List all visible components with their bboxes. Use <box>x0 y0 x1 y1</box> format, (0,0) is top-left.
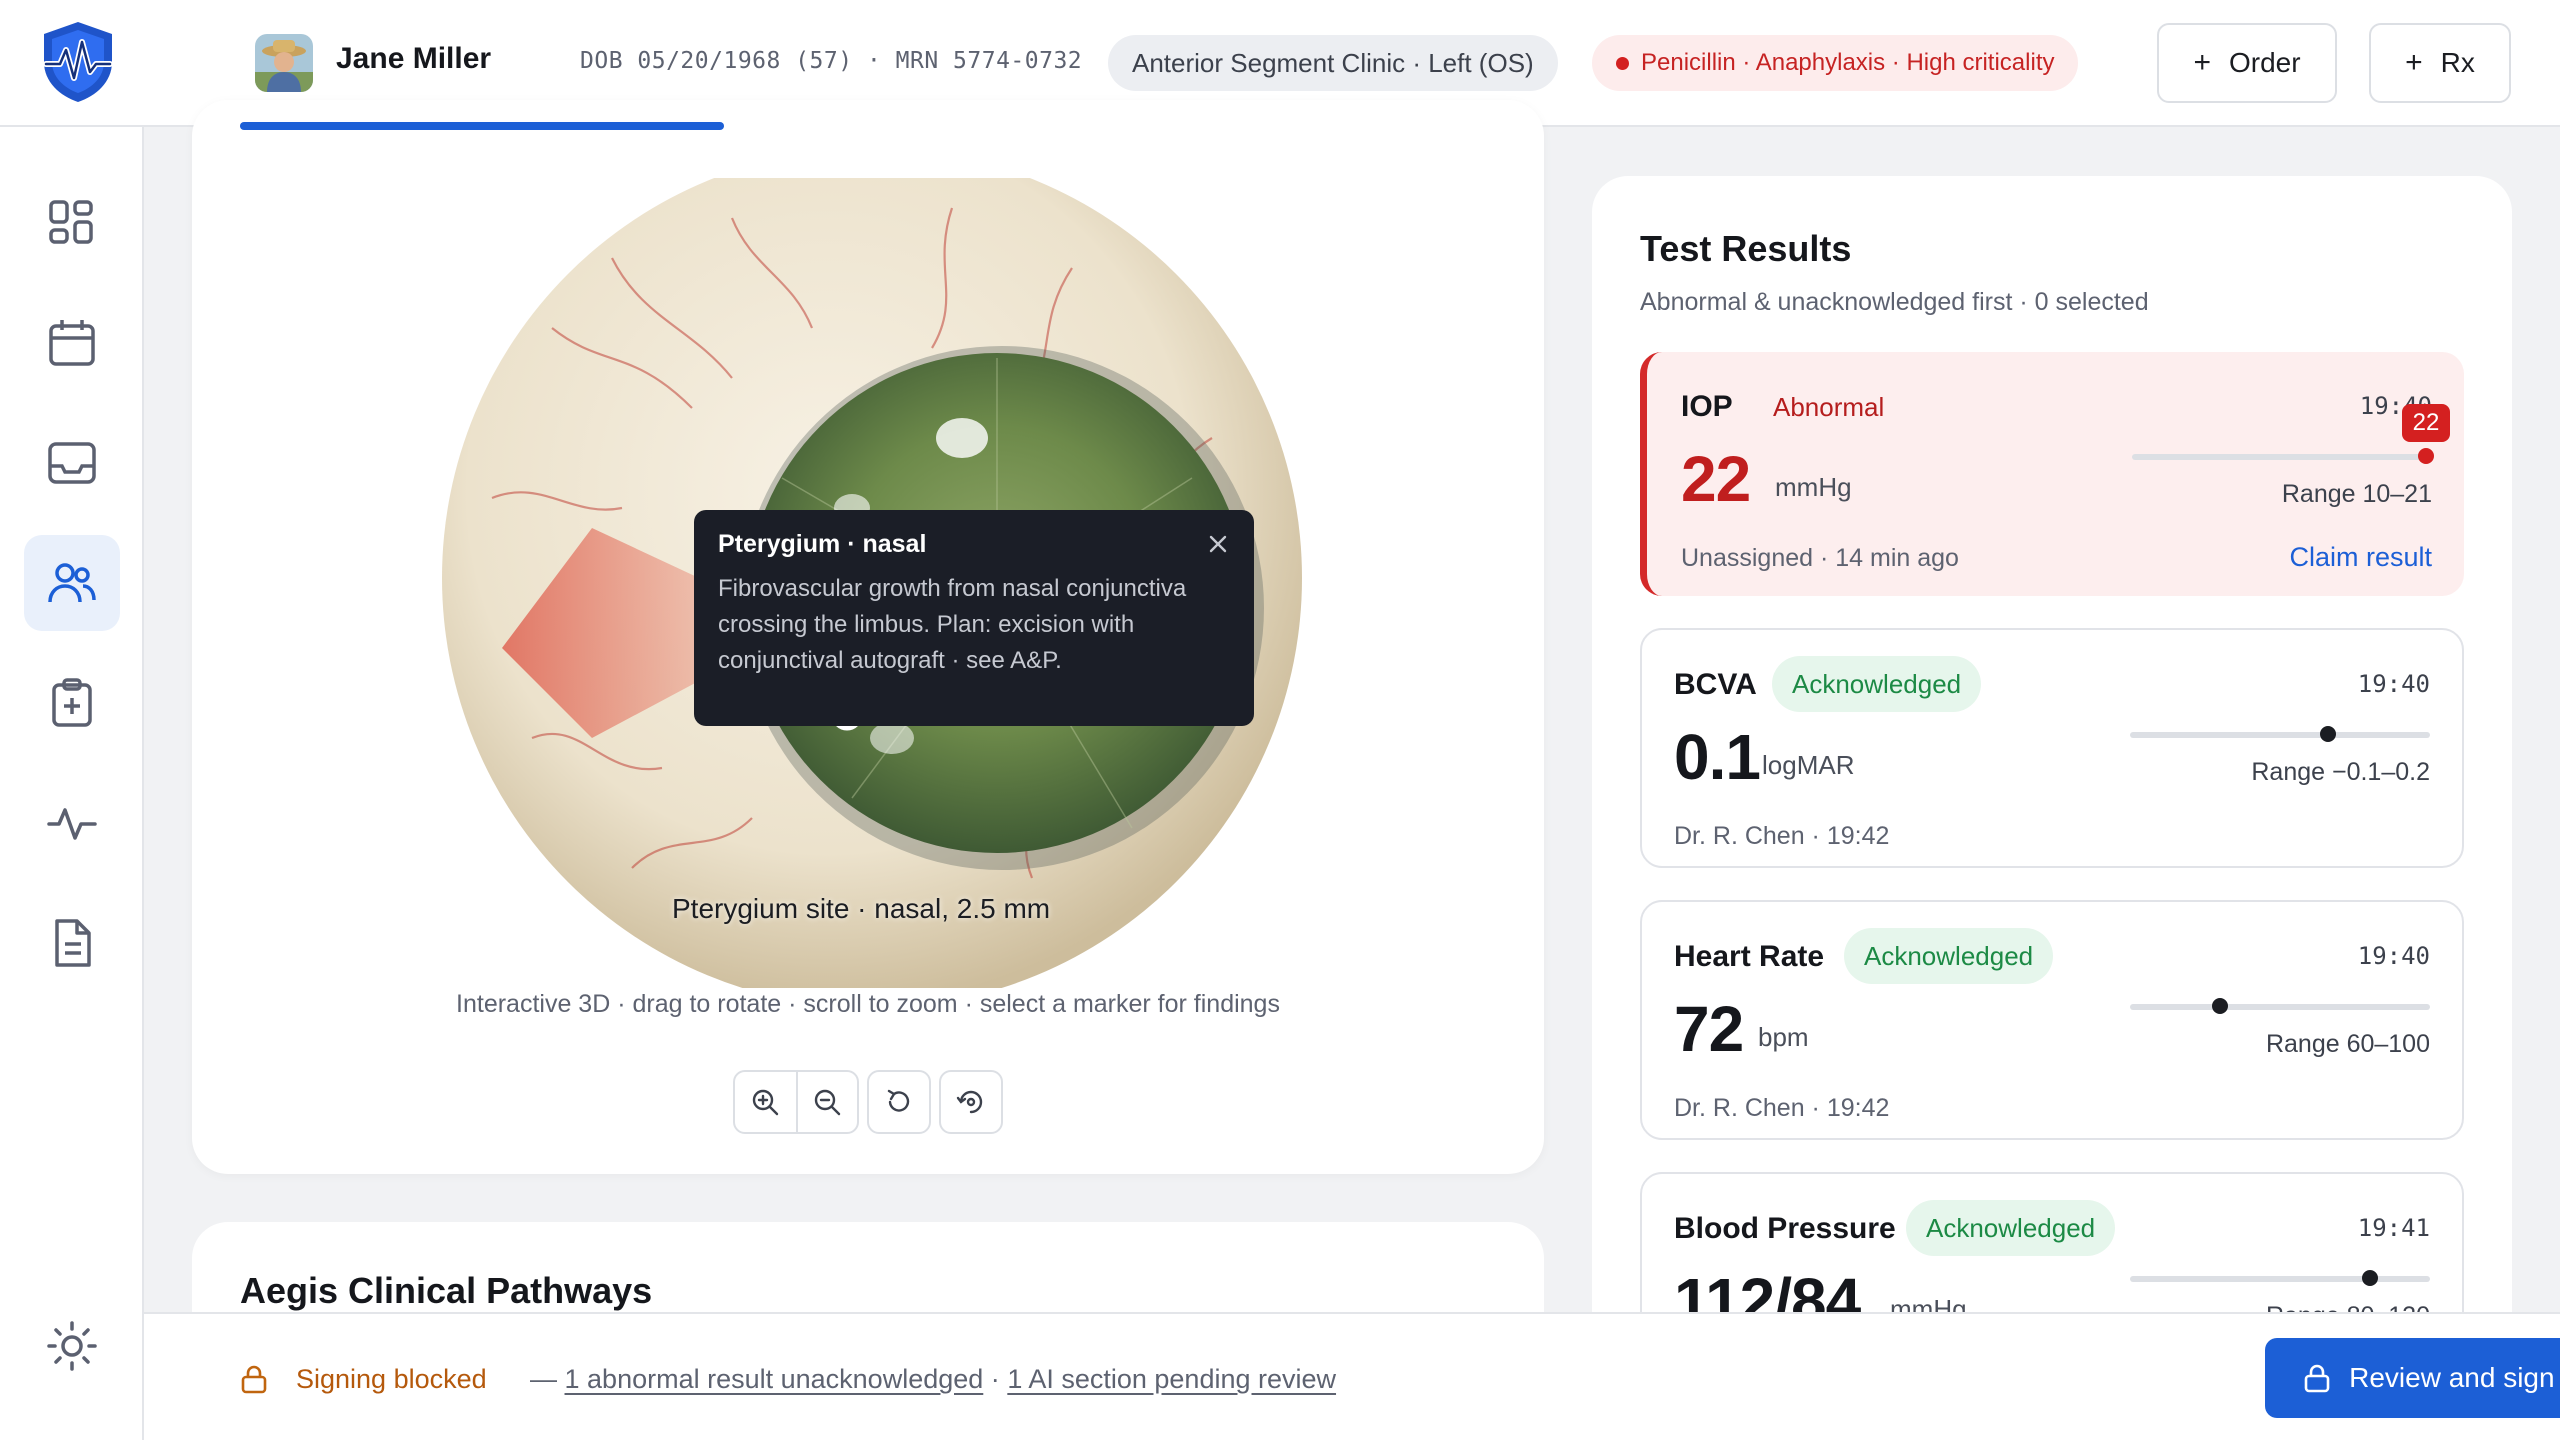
order-button[interactable]: + Order <box>2157 23 2337 103</box>
zoom-out-button[interactable] <box>795 1072 857 1132</box>
rotate-view-icon <box>956 1090 983 1114</box>
zoom-controls <box>733 1070 859 1134</box>
range-track <box>2130 998 2430 1014</box>
sign-status-bar: Signing blocked — 1 abnormal result unac… <box>144 1312 2560 1440</box>
clinic-context-pill[interactable]: Anterior Segment Clinic · Left (OS) <box>1108 35 1558 91</box>
signing-blocked-label: Signing blocked <box>296 1364 487 1394</box>
viewer-caption: Interactive 3D · drag to rotate · scroll… <box>456 990 1280 1018</box>
range-marker <box>2418 448 2434 464</box>
sign-button-label: Review and sign note <box>2349 1362 2560 1393</box>
range-track <box>2130 1270 2430 1286</box>
range-track <box>2130 726 2430 742</box>
active-tab-indicator <box>240 122 724 130</box>
zoom-in-button[interactable] <box>735 1072 796 1132</box>
sidebar-item-notes[interactable] <box>24 895 120 991</box>
result-time: 19:40 <box>2357 670 2430 698</box>
blocker-ai-review-link[interactable]: 1 AI section pending review <box>1007 1364 1336 1394</box>
signing-blockers: — 1 abnormal result unacknowledged · 1 A… <box>530 1364 1336 1395</box>
result-time: 19:40 <box>2357 942 2430 970</box>
result-assignment: Unassigned · 14 min ago <box>1681 544 1959 572</box>
result-name: IOP <box>1681 390 1733 423</box>
rx-button-label: Rx <box>2440 47 2475 78</box>
clipboard-plus-icon <box>52 678 92 727</box>
result-value: 72 <box>1674 993 1744 1065</box>
zoom-out-icon <box>815 1089 841 1116</box>
allergy-dot-icon <box>1616 56 1629 70</box>
pathways-title: Aegis Clinical Pathways <box>240 1270 653 1311</box>
sidebar-item-vitals[interactable] <box>24 775 120 871</box>
result-card-bcva[interactable]: BCVA Acknowledged 19:40 0.1 logMAR Range… <box>1640 628 2464 868</box>
patients-icon <box>48 563 96 603</box>
sidebar-item-schedule[interactable] <box>24 295 120 391</box>
result-card-heart-rate[interactable]: Heart Rate Acknowledged 19:40 72 bpm Ran… <box>1640 900 2464 1140</box>
sidebar-item-dashboard[interactable] <box>24 175 120 271</box>
result-range: Range 10–21 <box>2281 480 2432 508</box>
sidebar-item-inbox[interactable] <box>24 415 120 511</box>
plus-icon: + <box>2405 46 2423 79</box>
sidebar-item-patients[interactable] <box>24 535 120 631</box>
patient-demographics: DOB 05/20/1968 (57) · MRN 5774-0732 <box>580 48 1083 74</box>
abnormal-flag: 22 <box>2402 404 2450 442</box>
result-range: Range −0.1–0.2 <box>2251 758 2430 786</box>
result-acknowledged-by: Dr. R. Chen · 19:42 <box>1674 1094 1890 1122</box>
allergy-text: Penicillin · Anaphylaxis · High critical… <box>1641 49 2055 76</box>
result-unit: mmHg <box>1775 472 1852 502</box>
rotate-reset-icon <box>887 1089 910 1112</box>
sun-icon[interactable] <box>46 1320 98 1372</box>
close-icon[interactable] <box>1204 530 1232 558</box>
result-card-iop[interactable]: IOP Abnormal 19:40 22 mmHg 22 Range 10–2… <box>1640 352 2464 596</box>
finding-tooltip: Pterygium · nasal Fibrovascular growth f… <box>694 510 1254 726</box>
range-track: 22 <box>2132 404 2450 464</box>
anatomy-viewer-card: Pterygium site · nasal, 2.5 mm Interacti… <box>192 100 1544 1174</box>
results-subtitle: Abnormal & unacknowledged first · 0 sele… <box>1640 288 2149 316</box>
result-range: Range 60–100 <box>2265 1030 2430 1058</box>
lock-icon <box>241 1365 267 1394</box>
rotate-view-button[interactable] <box>939 1070 1003 1134</box>
status-badge: Acknowledged <box>1844 928 2054 984</box>
activity-icon <box>47 808 97 840</box>
result-name: BCVA <box>1674 668 1757 701</box>
results-title: Test Results <box>1640 228 1852 269</box>
range-marker <box>2362 1270 2378 1286</box>
result-value: 22 <box>1681 443 1751 515</box>
result-name: Heart Rate <box>1674 940 1825 973</box>
test-results-panel: Test Results Abnormal & unacknowledged f… <box>1592 176 2512 1440</box>
result-acknowledged-by: Dr. R. Chen · 19:42 <box>1674 822 1890 850</box>
tooltip-title: Pterygium · nasal <box>718 530 927 558</box>
status-badge: Acknowledged <box>1906 1200 2116 1256</box>
zoom-in-icon <box>753 1089 779 1116</box>
rx-button[interactable]: + Rx <box>2369 23 2511 103</box>
result-value: 0.1 <box>1674 721 1761 793</box>
calendar-icon <box>49 320 95 366</box>
status-badge: Acknowledged <box>1772 656 1982 712</box>
pterygium-site-label: Pterygium site · nasal, 2.5 mm <box>672 893 1051 924</box>
order-button-label: Order <box>2228 47 2301 78</box>
result-unit: bpm <box>1758 1022 1809 1052</box>
patient-name: Jane Miller <box>336 42 492 75</box>
status-badge: Abnormal <box>1773 392 1885 422</box>
app-logo-icon[interactable] <box>40 20 116 104</box>
plus-icon: + <box>2193 46 2211 79</box>
lock-icon <box>2304 1364 2330 1393</box>
blocker-dash: — <box>530 1364 557 1394</box>
dashboard-icon <box>49 200 93 244</box>
result-time: 19:41 <box>2357 1214 2430 1242</box>
allergy-alert-pill[interactable]: Penicillin · Anaphylaxis · High critical… <box>1592 35 2079 91</box>
review-and-sign-button[interactable]: Review and sign note <box>2265 1338 2560 1418</box>
reset-rotation-button[interactable] <box>867 1070 931 1134</box>
patient-avatar[interactable] <box>255 34 313 92</box>
result-unit: logMAR <box>1762 750 1855 780</box>
inbox-icon <box>48 442 96 484</box>
sidebar-nav <box>0 127 144 1440</box>
document-icon <box>55 919 91 967</box>
tooltip-body: Fibrovascular growth from nasal conjunct… <box>718 575 1187 674</box>
result-name: Blood Pressure <box>1674 1212 1896 1245</box>
range-marker <box>2320 726 2336 742</box>
sidebar-item-orders[interactable] <box>24 655 120 751</box>
range-marker <box>2212 998 2228 1014</box>
blocker-separator: · <box>990 1364 1000 1394</box>
claim-result-link[interactable]: Claim result <box>2289 542 2432 573</box>
blocker-abnormal-result-link[interactable]: 1 abnormal result unacknowledged <box>565 1364 984 1394</box>
